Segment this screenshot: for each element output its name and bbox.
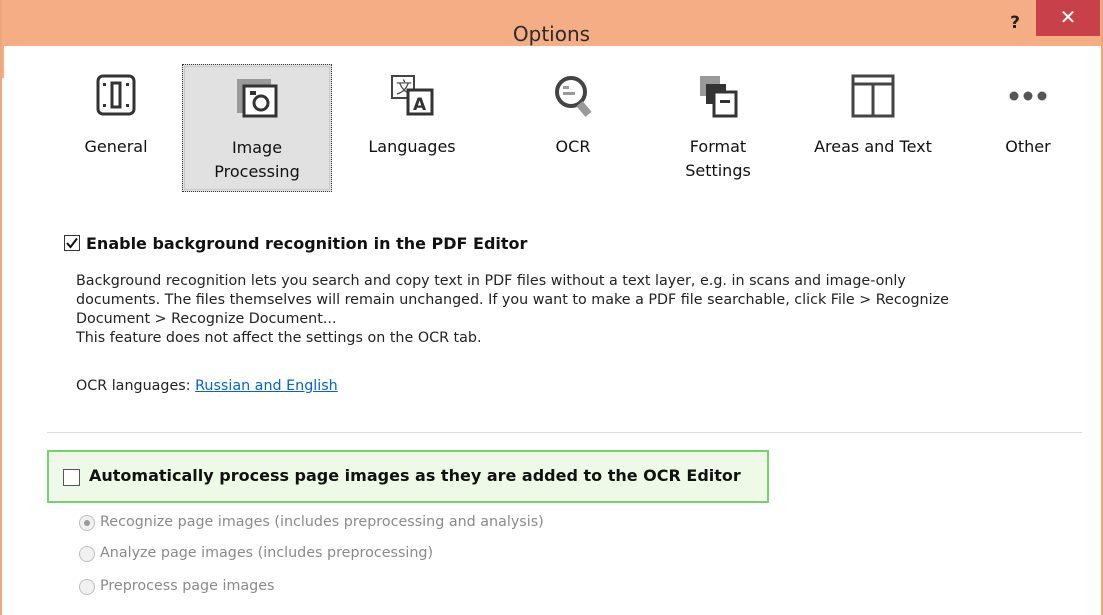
tab-areas-and-text[interactable]: Areas and Text <box>798 64 948 192</box>
tab-languages[interactable]: 文 A Languages <box>337 64 487 192</box>
options-toolbar: General Image Processing 文 A Languages O… <box>4 46 1101 200</box>
background-recognition-description: Background recognition lets you search a… <box>76 272 1056 348</box>
tab-other[interactable]: Other <box>953 64 1103 192</box>
radio-label: Preprocess page images <box>100 578 275 594</box>
more-icon <box>1009 91 1047 101</box>
radio-button[interactable] <box>79 579 95 595</box>
background-recognition-label[interactable]: Enable background recognition in the PDF… <box>86 234 527 253</box>
tab-image-processing-label: Image Processing <box>214 138 300 181</box>
window-title: Options <box>512 22 591 46</box>
description-line: This feature does not affect the setting… <box>76 330 482 346</box>
tab-other-label: Other <box>1005 137 1051 156</box>
general-icon <box>96 74 136 116</box>
tab-format-settings[interactable]: Format Settings <box>643 64 793 192</box>
ocr-languages-link[interactable]: Russian and English <box>195 378 338 394</box>
tab-general[interactable]: General <box>41 64 191 192</box>
auto-process-highlight: Automatically process page images as the… <box>47 450 769 503</box>
close-button[interactable]: ✕ <box>1036 0 1100 36</box>
description-line: Background recognition lets you search a… <box>76 273 906 289</box>
ocr-languages-label: OCR languages: <box>76 378 196 394</box>
auto-process-checkbox[interactable] <box>63 469 80 486</box>
tab-languages-label: Languages <box>368 137 456 156</box>
svg-text:A: A <box>413 95 427 115</box>
background-recognition-checkbox[interactable] <box>64 235 80 251</box>
format-settings-icon <box>700 76 738 118</box>
tab-image-processing[interactable]: Image Processing <box>182 64 332 192</box>
languages-icon: 文 A <box>391 75 434 116</box>
tab-strip: General Image Processing 文 A Languages O… <box>4 46 1101 198</box>
help-button[interactable]: ? <box>1002 12 1028 38</box>
radio-button[interactable] <box>79 515 95 531</box>
tab-format-settings-label: Format Settings <box>685 137 751 180</box>
tab-ocr[interactable]: OCR <box>498 64 648 192</box>
description-line: Document > Recognize Document... <box>76 311 337 327</box>
radio-label: Analyze page images (includes preprocess… <box>100 545 434 561</box>
areas-and-text-icon <box>851 74 895 118</box>
checkmark-icon <box>66 237 78 249</box>
auto-process-label[interactable]: Automatically process page images as the… <box>89 466 741 485</box>
close-icon: ✕ <box>1059 5 1077 29</box>
options-dialog: Options ? ✕ General Image Processing 文 A… <box>0 0 1103 615</box>
tab-general-label: General <box>84 137 148 156</box>
image-processing-icon <box>237 79 278 118</box>
ocr-languages-row: OCR languages: Russian and English <box>76 378 338 394</box>
description-line: documents. The files themselves will rem… <box>76 292 949 308</box>
ocr-icon <box>555 76 592 117</box>
radio-button[interactable] <box>79 546 95 562</box>
radio-label: Recognize page images (includes preproce… <box>100 514 544 530</box>
section-divider <box>47 432 1082 433</box>
tab-areas-and-text-label: Areas and Text <box>814 137 932 156</box>
tab-ocr-label: OCR <box>555 137 591 156</box>
